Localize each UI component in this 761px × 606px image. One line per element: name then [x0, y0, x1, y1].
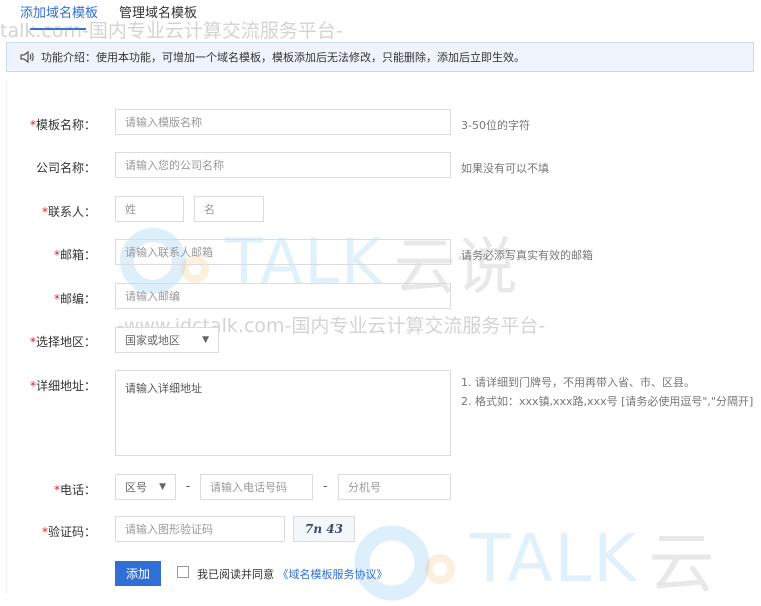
tab-manage-template[interactable]: 管理域名模板	[119, 2, 197, 21]
area-code-value: 区号	[125, 481, 147, 494]
tab-add-template[interactable]: 添加域名模板	[20, 2, 98, 21]
surname-input[interactable]: 姓	[115, 196, 184, 222]
ext-separator: -	[323, 479, 328, 493]
captcha-input[interactable]: 请输入图形验证码	[115, 516, 285, 542]
template-name-label: *模板名称：	[29, 118, 96, 132]
email-input[interactable]: 请输入联系人邮箱	[115, 239, 451, 265]
contact-label: *联系人：	[41, 205, 96, 219]
phone-label: *电话：	[53, 483, 96, 497]
phone-separator: -	[186, 479, 191, 493]
agree-checkbox[interactable]	[177, 566, 189, 578]
captcha-image[interactable]: 7n 43	[293, 516, 355, 542]
dropdown-arrow-icon: ▼	[202, 335, 209, 345]
agreement-link[interactable]: 《域名模板服务协议》	[278, 568, 388, 581]
postcode-input[interactable]: 请输入邮编	[115, 283, 451, 309]
address-hint-2: 2. 格式如：xxx镇,xxx路,xxx号 [请务必使用逗号","分隔开]	[461, 395, 754, 408]
area-code-select[interactable]: 区号 ▼	[115, 474, 176, 500]
active-tab-indicator	[30, 28, 86, 30]
address-hint-1: 1. 请详细到门牌号，不用再带入省、市、区县。	[461, 376, 695, 389]
captcha-label: *验证码：	[41, 525, 96, 539]
email-label: *邮箱：	[53, 248, 96, 262]
company-input[interactable]: 请输入您的公司名称	[115, 152, 451, 178]
info-banner: 功能介绍：使用本功能，可增加一个域名模板，模板添加后无法修改，只能删除，添加后立…	[6, 42, 754, 72]
region-label: *选择地区：	[29, 335, 96, 349]
add-button[interactable]: 添加	[115, 561, 161, 586]
banner-text: 功能介绍：使用本功能，可增加一个域名模板，模板添加后无法修改，只能删除，添加后立…	[41, 51, 525, 64]
tab-bar: 添加域名模板 管理域名模板	[0, 0, 761, 30]
dropdown-arrow-icon: ▼	[159, 482, 166, 492]
region-select[interactable]: 国家或地区 ▼	[115, 327, 219, 353]
extension-input[interactable]: 分机号	[338, 474, 451, 500]
company-label: 公司名称：	[35, 161, 96, 175]
email-hint: 请务必添写真实有效的邮箱	[461, 249, 593, 262]
region-selected-value: 国家或地区	[125, 334, 180, 347]
agree-text: 我已阅读并同意 《域名模板服务协议》	[197, 568, 388, 581]
phone-number-input[interactable]: 请输入电话号码	[200, 474, 313, 500]
template-name-input[interactable]: 请输入模版名称	[115, 109, 451, 135]
postcode-label: *邮编：	[53, 292, 96, 306]
company-hint: 如果没有可以不填	[461, 162, 549, 175]
address-label: *详细地址：	[29, 379, 96, 393]
given-name-input[interactable]: 名	[194, 196, 264, 222]
speaker-icon	[19, 49, 35, 65]
address-textarea[interactable]: 请输入详细地址	[115, 370, 451, 456]
template-name-hint: 3-50位的字符	[461, 119, 530, 132]
